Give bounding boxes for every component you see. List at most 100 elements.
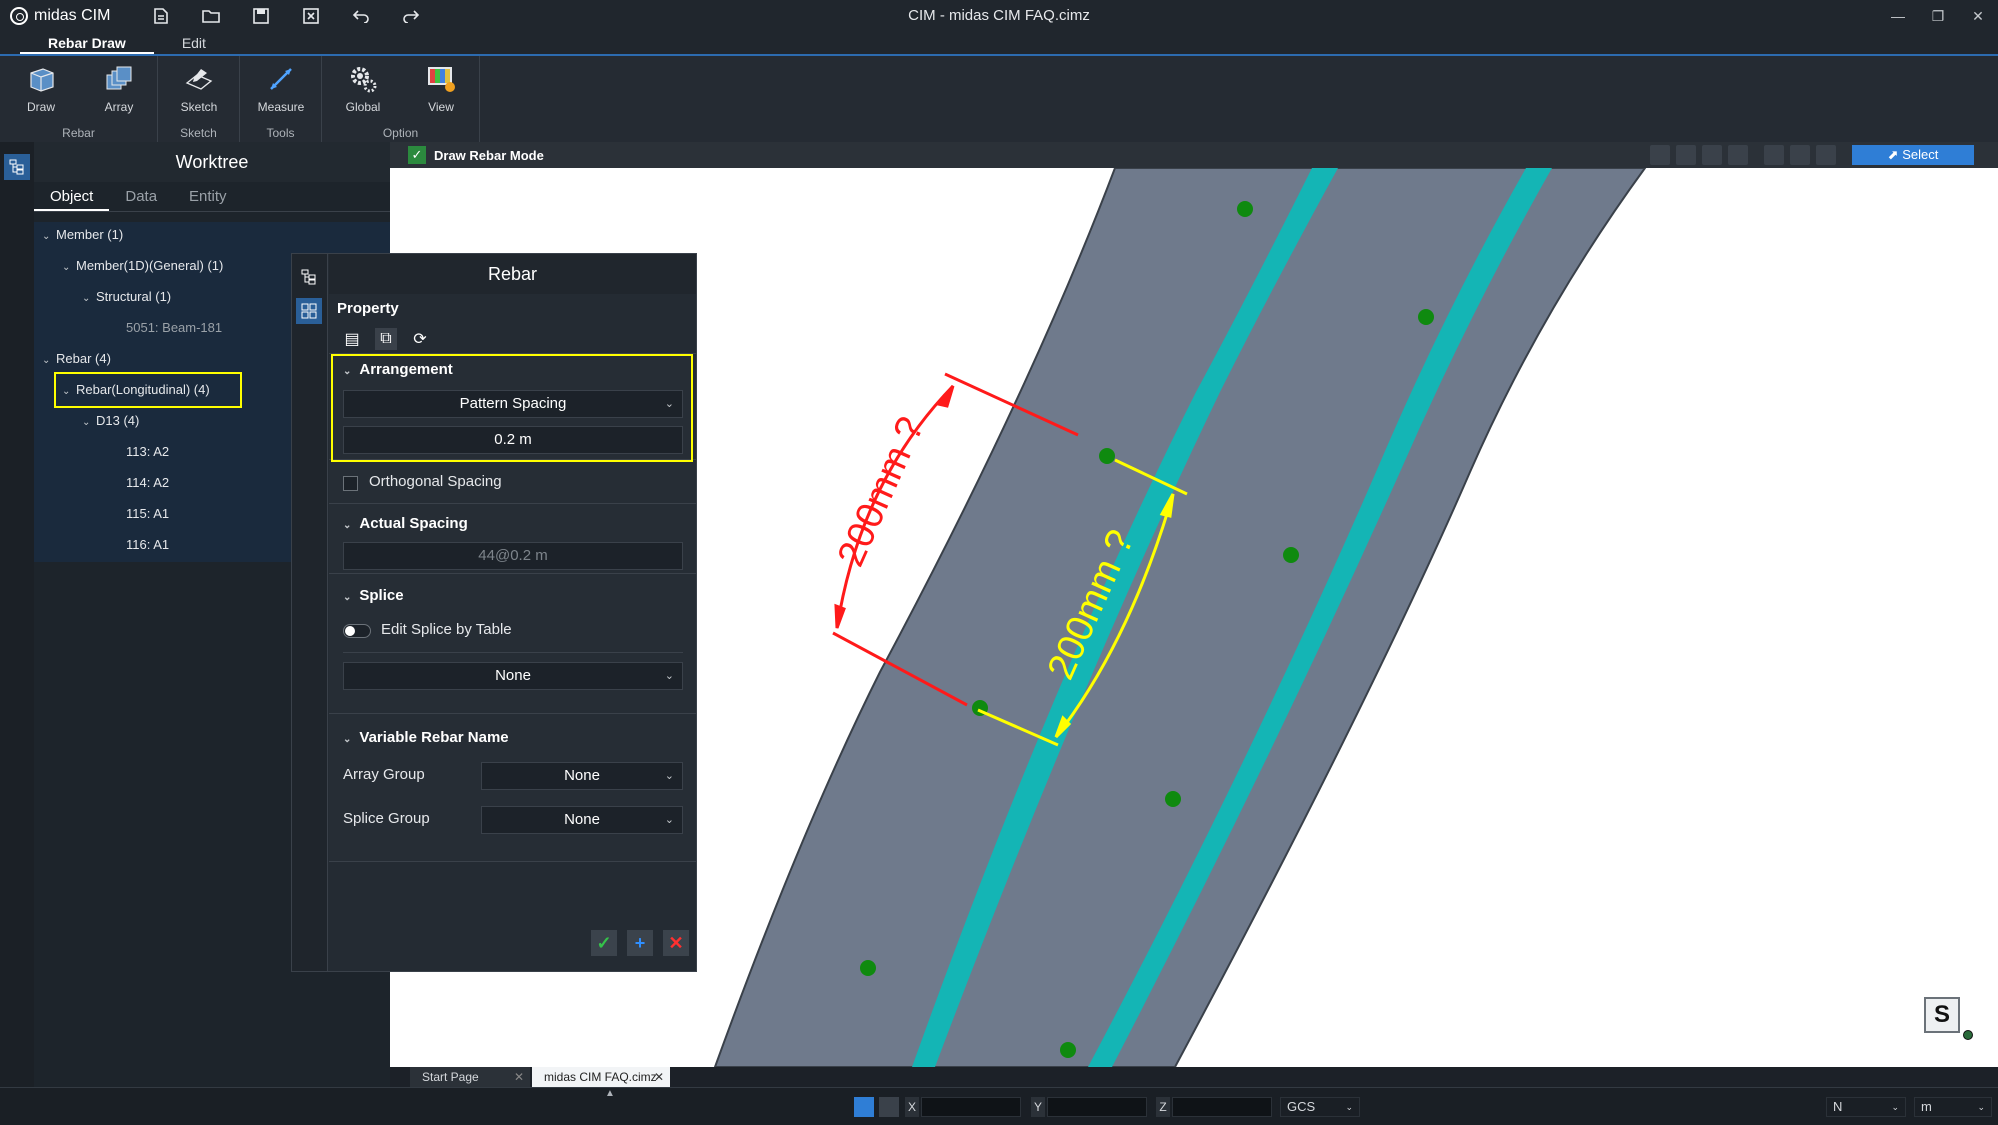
close-icon[interactable]: ✕ [514, 1067, 524, 1087]
app-logo: midas CIM [0, 7, 130, 25]
copy-icon[interactable]: ⧉ [375, 327, 397, 350]
cancel-icon[interactable]: ✕ [663, 930, 689, 956]
tree-node[interactable]: ⌄ Member(1D)(General) (1) [62, 256, 223, 276]
array-button[interactable]: Array [84, 62, 154, 120]
shading-icon[interactable] [1702, 145, 1722, 165]
doc-tab-start-page[interactable]: Start Page ✕ [410, 1067, 530, 1087]
coordinate-system-select[interactable]: GCS ⌄ [1280, 1097, 1360, 1117]
tree-node[interactable]: 116: A1 [126, 535, 169, 555]
view-label: View [428, 100, 454, 114]
chevron-down-icon[interactable]: ⌄ [42, 351, 56, 371]
chevron-down-icon: ⌄ [664, 814, 674, 826]
circle-select-icon[interactable] [1790, 145, 1810, 165]
tree-node-selected[interactable]: ⌄ Rebar(Longitudinal) (4) [62, 380, 210, 400]
sketch-button[interactable]: Sketch [164, 62, 234, 120]
collapse-icon[interactable]: ▲ [605, 1088, 615, 1099]
tree-node-label: Member(1D)(General) (1) [76, 258, 224, 273]
undo-icon[interactable] [336, 0, 386, 32]
draw-button[interactable]: Draw [6, 62, 76, 120]
chevron-down-icon[interactable]: ⌄ [42, 227, 56, 247]
add-icon[interactable]: + [627, 930, 653, 956]
render-mode-icon[interactable] [1676, 145, 1696, 165]
table-icon[interactable]: ▤ [341, 328, 363, 350]
y-coordinate-field[interactable] [1047, 1097, 1147, 1117]
redo-icon[interactable] [386, 0, 436, 32]
tree-node[interactable]: 113: A2 [126, 442, 169, 462]
actual-spacing-header[interactable]: ⌄ Actual Spacing [329, 510, 696, 538]
refresh-icon[interactable]: ⟳ [409, 328, 431, 350]
ribbon-group-label: Option [382, 126, 419, 140]
orthogonal-spacing-checkbox[interactable] [343, 476, 358, 491]
orthogonal-spacing-label: Orthogonal Spacing [369, 473, 502, 490]
new-file-icon[interactable] [136, 0, 186, 32]
view-cube-button[interactable]: S [1924, 997, 1960, 1033]
tab-data[interactable]: Data [109, 182, 173, 211]
angle-icon[interactable] [879, 1097, 899, 1117]
tree-node[interactable]: 115: A1 [126, 504, 169, 524]
tree-node[interactable]: 114: A2 [126, 473, 169, 493]
chevron-down-icon: ⌄ [343, 734, 352, 745]
draw-mode-checkbox[interactable]: ✓ [408, 146, 426, 164]
property-label: Property [337, 300, 399, 317]
wireframe-icon[interactable] [1728, 145, 1748, 165]
chevron-down-icon: ⌄ [1345, 1102, 1353, 1112]
chevron-down-icon[interactable]: ⌄ [62, 258, 76, 278]
chevron-down-icon[interactable]: ⌄ [82, 413, 96, 433]
splice-group-select[interactable]: None ⌄ [481, 806, 683, 834]
splice-header[interactable]: ⌄ Splice [329, 582, 696, 610]
splice-section: ⌄ Splice Edit Splice by Table None ⌄ [329, 574, 696, 714]
restore-icon[interactable]: ❐ [1918, 0, 1958, 32]
tree-node[interactable]: ⌄ Structural (1) [82, 287, 171, 307]
ribbon-group-label: Rebar [62, 126, 95, 140]
minimize-icon[interactable]: — [1878, 0, 1918, 32]
close-icon[interactable]: ✕ [654, 1067, 664, 1087]
tree-icon[interactable] [298, 266, 320, 288]
actual-spacing-header-label: Actual Spacing [359, 515, 468, 532]
worktree-toggle-button[interactable] [4, 154, 30, 180]
length-unit-select[interactable]: m ⌄ [1914, 1097, 1992, 1117]
x-coordinate-label: X [905, 1097, 919, 1117]
splice-select[interactable]: None ⌄ [343, 662, 683, 690]
doc-tab-active[interactable]: midas CIM FAQ.cimz ✕ [532, 1067, 670, 1087]
save-icon[interactable] [236, 0, 286, 32]
view-button[interactable]: View [406, 62, 476, 120]
chevron-down-icon[interactable]: ⌄ [62, 382, 76, 402]
rebar-panel: Rebar Property ▤ ⧉ ⟳ ⌄ Arrangement Patter… [291, 253, 697, 972]
tab-entity[interactable]: Entity [173, 182, 243, 211]
edit-splice-toggle[interactable] [343, 624, 371, 638]
tab-object[interactable]: Object [34, 182, 110, 211]
rotate-view-icon[interactable] [1650, 145, 1670, 165]
snap-icon[interactable] [854, 1097, 874, 1117]
tab-edit[interactable]: Edit [154, 32, 234, 54]
x-coordinate-field[interactable] [921, 1097, 1021, 1117]
tree-node[interactable]: ⌄ D13 (4) [82, 411, 139, 431]
chevron-down-icon: ⌄ [1891, 1102, 1899, 1112]
sketch-icon [182, 62, 216, 96]
tree-node[interactable]: ⌄ Rebar (4) [42, 349, 111, 369]
tree-node-label: Member (1) [56, 227, 124, 242]
draw-mode-label: Draw Rebar Mode [434, 147, 544, 163]
actual-spacing-field: 44@0.2 m [343, 542, 683, 570]
tree-node[interactable]: 5051: Beam-181 [126, 318, 222, 338]
length-unit-value: m [1921, 1099, 1932, 1114]
chevron-down-icon[interactable]: ⌄ [82, 289, 96, 309]
global-button[interactable]: Global [328, 62, 398, 120]
select-button[interactable]: ⬈ Select [1852, 145, 1974, 165]
close-file-icon[interactable] [286, 0, 336, 32]
z-coordinate-label: Z [1156, 1097, 1170, 1117]
box-select-icon[interactable] [1764, 145, 1784, 165]
close-icon[interactable]: ✕ [1958, 0, 1998, 32]
polygon-select-icon[interactable] [1816, 145, 1836, 165]
force-unit-select[interactable]: N ⌄ [1826, 1097, 1906, 1117]
array-group-select[interactable]: None ⌄ [481, 762, 683, 790]
property-grid-icon[interactable] [296, 298, 322, 324]
apply-check-icon[interactable]: ✓ [591, 930, 617, 956]
z-coordinate-field[interactable] [1172, 1097, 1272, 1117]
variable-rebar-name-header[interactable]: ⌄ Variable Rebar Name [329, 724, 696, 752]
open-folder-icon[interactable] [186, 0, 236, 32]
chevron-down-icon: ⌄ [664, 770, 674, 782]
measure-button[interactable]: Measure [246, 62, 316, 120]
tree-node[interactable]: ⌄ Member (1) [42, 225, 123, 245]
splice-value: None [495, 667, 531, 684]
tab-rebar-draw[interactable]: Rebar Draw [20, 32, 154, 54]
